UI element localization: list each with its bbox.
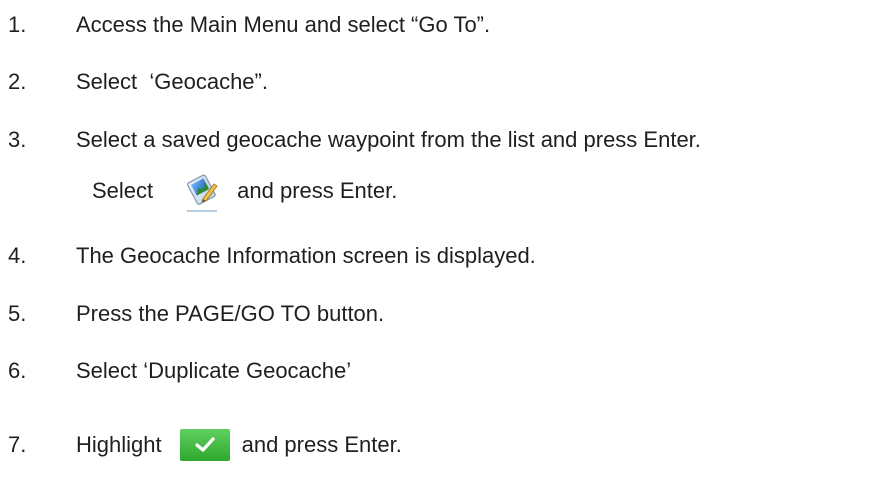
step-number: 6.	[8, 358, 27, 383]
substep-post-text: and press Enter.	[237, 178, 398, 203]
step-number: 5.	[8, 301, 27, 326]
step-number: 2.	[8, 69, 27, 94]
checkmark-icon	[179, 429, 230, 461]
step-number: 4.	[8, 243, 27, 268]
step-number: 3.	[8, 127, 27, 152]
step-post-text: and press Enter.	[241, 432, 402, 457]
step-text: Access the Main Menu and select “Go To”.	[76, 12, 491, 37]
edit-waypoint-icon	[183, 173, 221, 212]
step-number: 7.	[8, 432, 27, 457]
step-text: The Geocache Information screen is displ…	[76, 243, 536, 268]
step-text: Select ‘Duplicate Geocache’	[76, 358, 352, 383]
step-number: 1.	[8, 12, 27, 37]
step-text: Press the PAGE/GO TO button.	[76, 301, 385, 326]
substep-pre-text: Select	[92, 178, 154, 203]
step-text: Select ‘Geocache”.	[76, 69, 268, 94]
step-text: Select a saved geocache waypoint from th…	[76, 127, 701, 152]
step-pre-text: Highlight	[76, 432, 162, 457]
